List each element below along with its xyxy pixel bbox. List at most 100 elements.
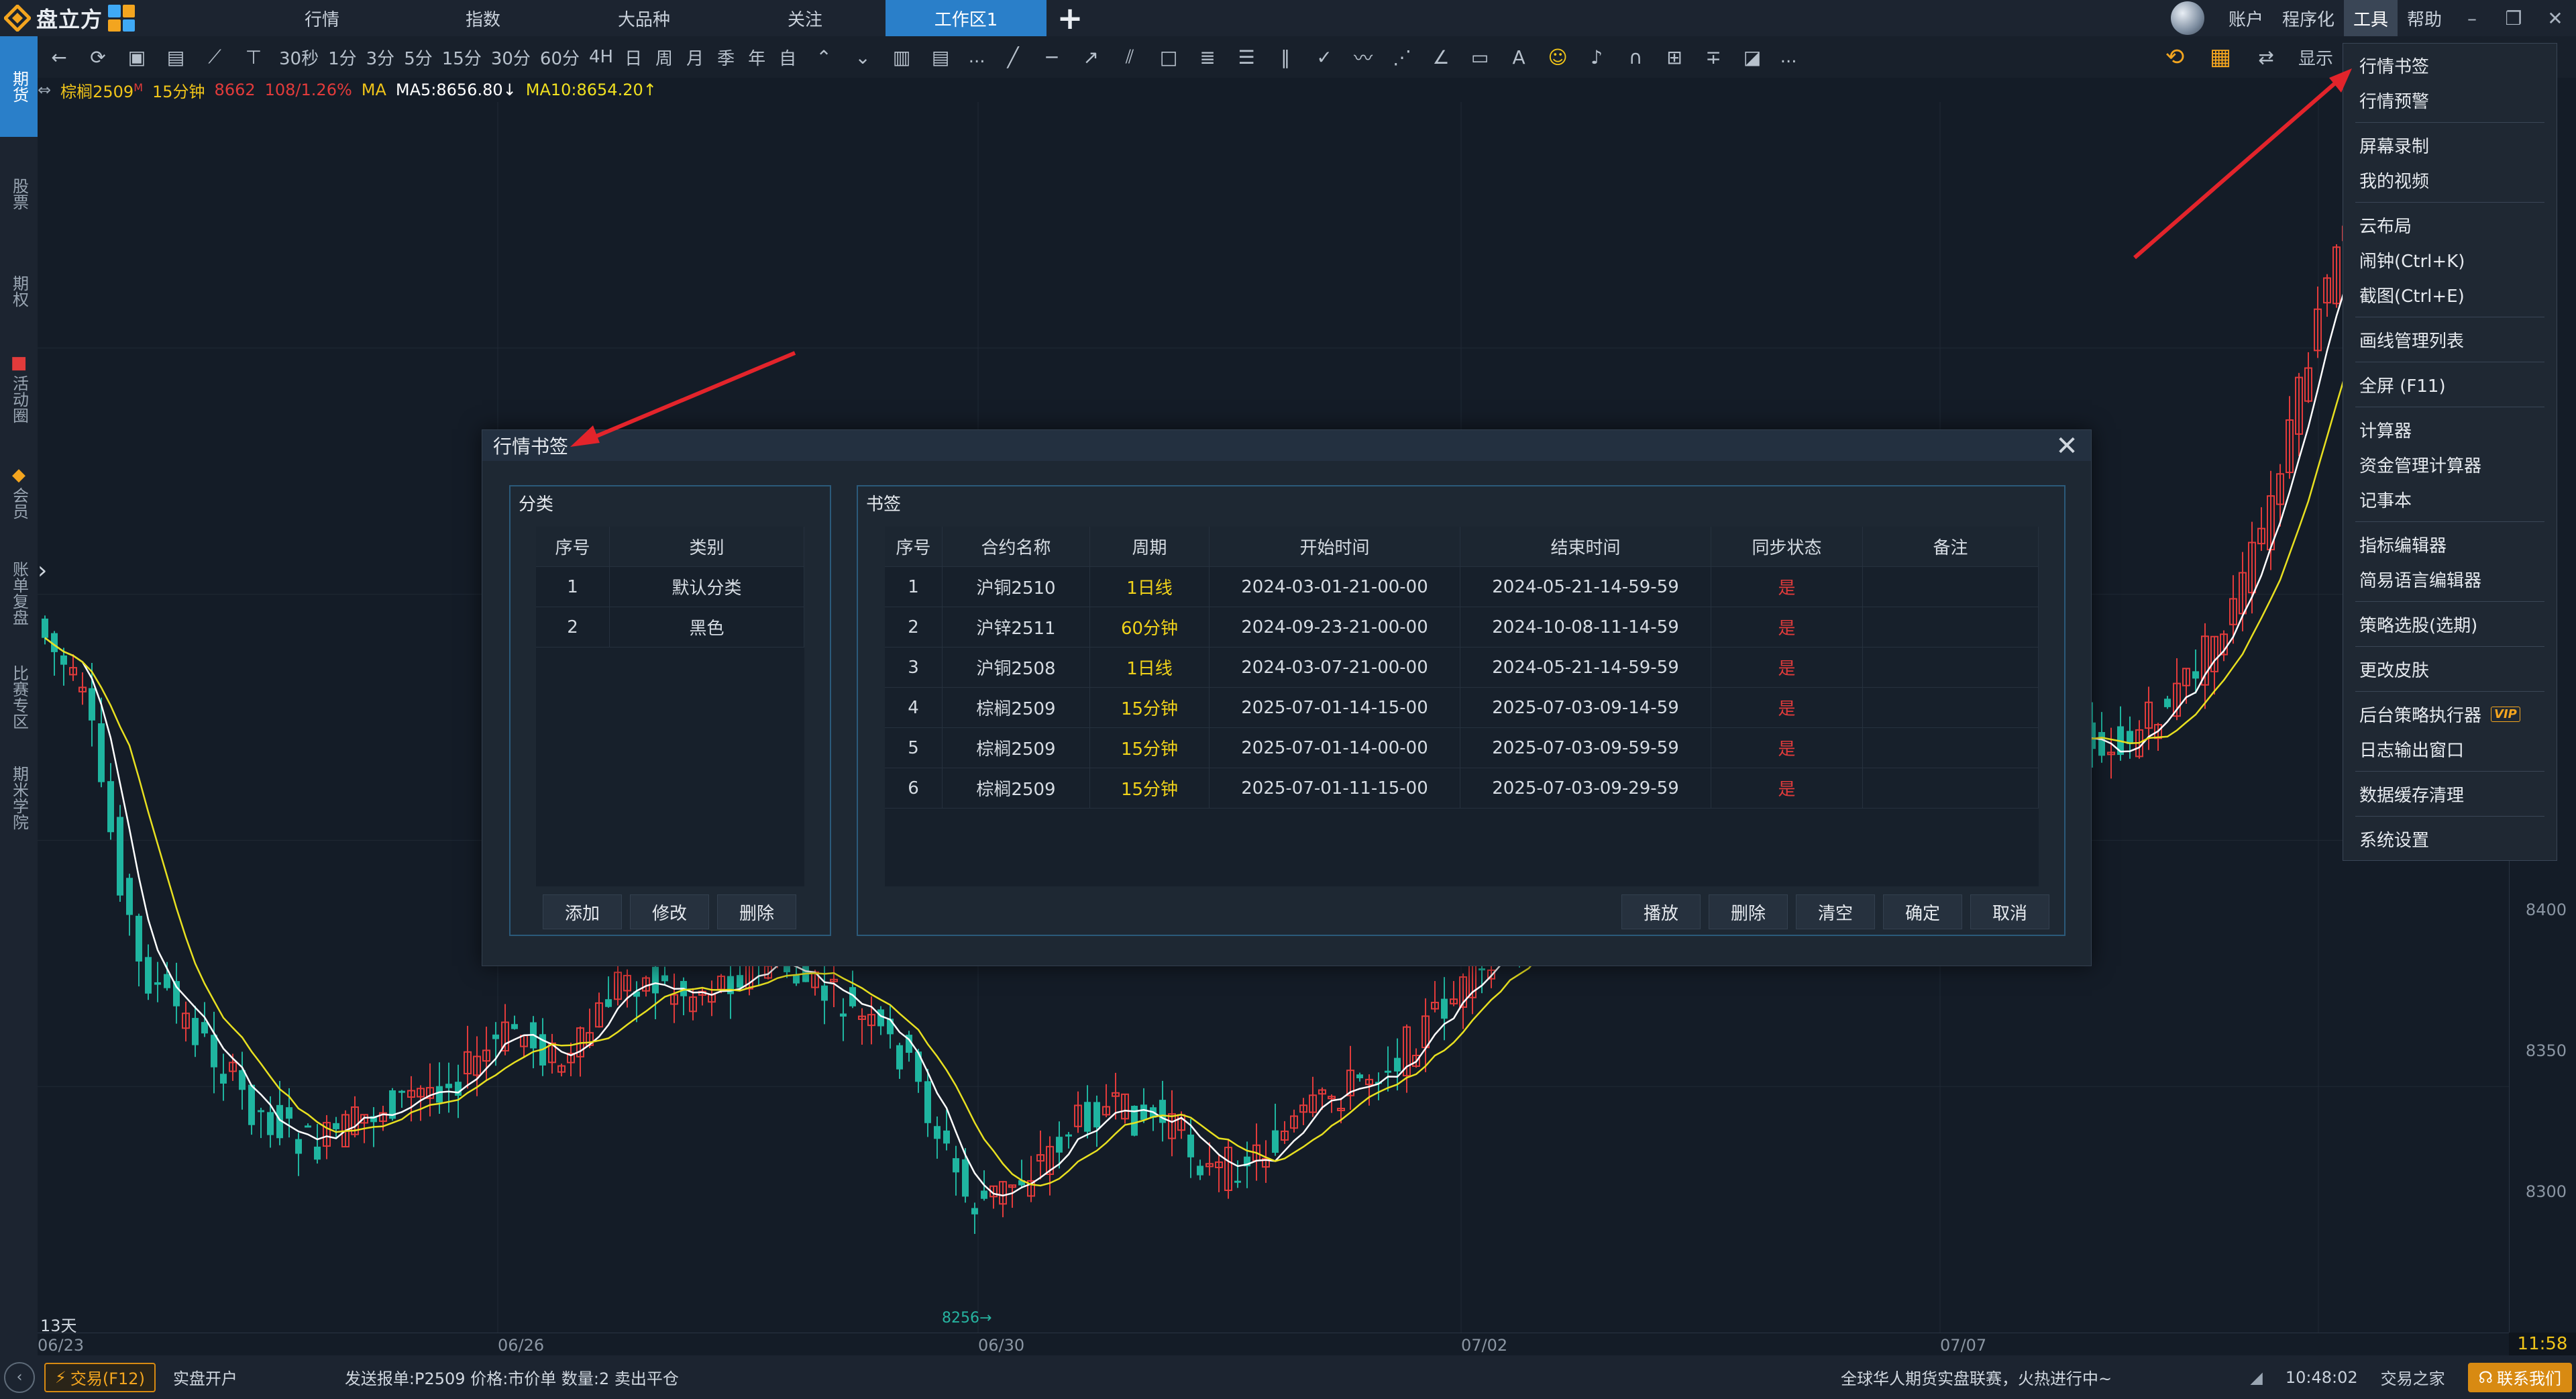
open-account-link[interactable]: 实盘开户 (173, 1365, 237, 1389)
period-button[interactable]: 5分 (400, 40, 437, 74)
menu-item[interactable]: 计算器 (2343, 412, 2557, 447)
menu-item[interactable]: 行情书签 (2343, 48, 2557, 83)
sidebar-item-academy[interactable]: 期米学院 (0, 747, 38, 848)
double-down-icon[interactable]: ⌄ (845, 40, 880, 74)
expand-panel-icon[interactable]: › (38, 557, 47, 584)
split-rows-icon[interactable]: ▤ (923, 40, 958, 74)
eraser-icon[interactable]: ◪ (1735, 40, 1770, 74)
sidebar-item-member[interactable]: ◆ 会员 (0, 446, 38, 539)
period-button[interactable]: 月 (680, 40, 710, 74)
table-row[interactable]: 1 沪铜2510 1日线 2024-03-01-21-00-00 2024-05-21-… (885, 567, 2039, 607)
open-folder-icon[interactable]: ▤ (158, 40, 193, 74)
menu-item[interactable]: 策略选股(选期) (2343, 607, 2557, 641)
minimize-icon[interactable]: – (2451, 0, 2493, 36)
sidebar-item-bill-review[interactable]: 账单复盘 (0, 539, 38, 647)
magnet-icon[interactable]: ∩ (1618, 40, 1653, 74)
double-up-icon[interactable]: ⌃ (806, 40, 841, 74)
menu-item[interactable]: 日志输出窗口 (2343, 731, 2557, 766)
grid-icon[interactable]: ⊞ (1657, 40, 1692, 74)
menu-item[interactable]: 后台策略执行器 VIP (2343, 696, 2557, 731)
fan-icon[interactable]: ⋰ (1385, 40, 1419, 74)
menu-item[interactable]: 我的视频 (2343, 162, 2557, 197)
period-button[interactable]: 30秒 (275, 40, 323, 74)
menu-programmatic[interactable]: 程序化 (2273, 0, 2344, 36)
close-icon[interactable]: ✕ (2534, 0, 2576, 36)
avatar[interactable] (2170, 1, 2204, 35)
wave-icon[interactable]: 〰 (1346, 40, 1381, 74)
menu-item[interactable]: 记事本 (2343, 482, 2557, 517)
cycle-lines-icon[interactable]: ‖ (1268, 40, 1303, 74)
toolbar-more[interactable]: ... (962, 40, 991, 74)
period-button[interactable]: 日 (619, 40, 648, 74)
table-row[interactable]: 5 棕榈2509 15分钟 2025-07-01-14-00-00 2025-07-03… (885, 728, 2039, 768)
menu-help[interactable]: 帮助 (2398, 0, 2451, 36)
sidebar-item-futures[interactable]: 期货 (0, 36, 38, 137)
menu-item[interactable]: 画线管理列表 (2343, 322, 2557, 357)
table-row[interactable]: 3 沪铜2508 1日线 2024-03-07-21-00-00 2024-05-21-… (885, 647, 2039, 688)
play-bookmark-button[interactable]: 播放 (1621, 894, 1701, 929)
tab-watch[interactable]: 关注 (724, 0, 885, 36)
sidebar-item-activity[interactable]: ■ 活动圈 (0, 331, 38, 446)
refresh-icon[interactable]: ⟳ (80, 40, 115, 74)
cancel-button[interactable]: 取消 (1970, 894, 2049, 929)
delete-bookmark-button[interactable]: 删除 (1709, 894, 1788, 929)
dialog-close-icon[interactable]: ✕ (2053, 431, 2080, 462)
table-row[interactable]: 1 默认分类 (536, 567, 804, 607)
emoji-icon[interactable]: ☺ (1540, 40, 1575, 74)
period-button[interactable]: 年 (742, 40, 771, 74)
period-button[interactable]: 30分 (487, 40, 535, 74)
menu-item[interactable]: 简易语言编辑器 (2343, 562, 2557, 597)
save-icon[interactable]: ▣ (119, 40, 154, 74)
restore-icon[interactable]: ❐ (2493, 0, 2534, 36)
ray-icon[interactable]: ↗ (1073, 40, 1108, 74)
menu-item[interactable]: 云布局 (2343, 207, 2557, 242)
back-circle-icon[interactable]: ‹ (4, 1361, 35, 1393)
delete-category-button[interactable]: 删除 (717, 894, 796, 929)
table-row[interactable]: 2 黑色 (536, 607, 804, 647)
edit-category-button[interactable]: 修改 (630, 894, 709, 929)
back-icon[interactable]: ← (42, 40, 76, 74)
clear-bookmarks-button[interactable]: 清空 (1796, 894, 1875, 929)
ruler-icon[interactable]: ▭ (1462, 40, 1497, 74)
trade-button[interactable]: ⚡ 交易(F12) (44, 1362, 156, 1392)
menu-item[interactable]: 数据缓存清理 (2343, 776, 2557, 811)
sidebar-item-contest[interactable]: 比赛专区 (0, 647, 38, 747)
levels-icon[interactable]: ☰ (1229, 40, 1264, 74)
period-button[interactable]: 4H (585, 40, 617, 74)
add-tab-button[interactable]: + (1046, 0, 1093, 36)
menu-item[interactable]: 闹钟(Ctrl+K) (2343, 242, 2557, 277)
menu-item[interactable]: 屏幕录制 (2343, 127, 2557, 162)
bell-icon[interactable]: ♪ (1579, 40, 1614, 74)
table-row[interactable]: 6 棕榈2509 15分钟 2025-07-01-11-15-00 2025-07-03… (885, 768, 2039, 809)
text-tool-icon[interactable]: A (1501, 40, 1536, 74)
tab-major[interactable]: 大品种 (564, 0, 724, 36)
period-button[interactable]: 1分 (324, 40, 361, 74)
menu-item[interactable]: 更改皮肤 (2343, 652, 2557, 686)
sidebar-item-options[interactable]: 期权 (0, 251, 38, 331)
table-row[interactable]: 4 棕榈2509 15分钟 2025-07-01-14-15-00 2025-07-03… (885, 688, 2039, 728)
symbol-name[interactable]: 棕榈2509M (60, 79, 143, 102)
tab-index[interactable]: 指数 (402, 0, 564, 36)
gann-icon[interactable]: ✓ (1307, 40, 1342, 74)
period-button[interactable]: 自 (773, 40, 802, 74)
line-chart-icon[interactable]: ⟋ (197, 40, 232, 74)
horizontal-line-icon[interactable]: ─ (1034, 40, 1069, 74)
menu-account[interactable]: 账户 (2219, 0, 2273, 36)
measure-icon[interactable]: ∓ (1696, 40, 1731, 74)
menu-item[interactable]: 全屏 (F11) (2343, 367, 2557, 402)
segment-draw-icon[interactable]: ╱ (996, 40, 1030, 74)
add-category-button[interactable]: 添加 (543, 894, 622, 929)
split-columns-icon[interactable]: ▥ (884, 40, 919, 74)
fibonacci-icon[interactable]: ≣ (1190, 40, 1225, 74)
parallel-lines-icon[interactable]: ⫽ (1112, 40, 1147, 74)
period-button[interactable]: 季 (711, 40, 741, 74)
text-box-icon[interactable]: ⊤ (236, 40, 271, 74)
marquee-text[interactable]: 全球华人期货实盘联赛，火热进行中~ (1841, 1365, 2112, 1389)
menu-item[interactable]: 资金管理计算器 (2343, 447, 2557, 482)
menu-item[interactable]: 截图(Ctrl+E) (2343, 277, 2557, 312)
confirm-button[interactable]: 确定 (1883, 894, 1962, 929)
menu-item[interactable]: 系统设置 (2343, 821, 2557, 856)
menu-tools[interactable]: 工具 (2343, 0, 2398, 36)
ma-label[interactable]: MA (362, 81, 386, 99)
menu-item[interactable]: 行情预警 (2343, 83, 2557, 117)
